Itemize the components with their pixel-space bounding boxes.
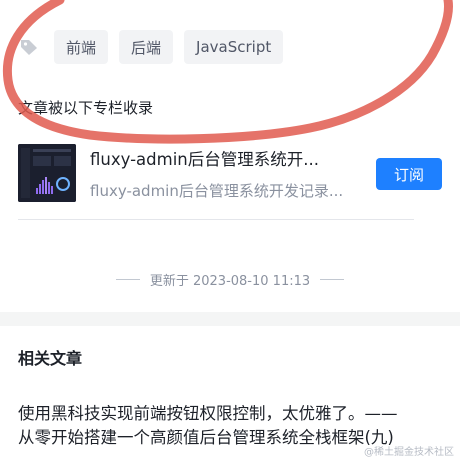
tag-list: 前端 后端 JavaScript: [18, 30, 294, 64]
divider-left: [115, 279, 140, 280]
hand-drawn-annotation: [2, 0, 453, 144]
column-cover-image: [18, 144, 76, 202]
column-section-heading: 文章被以下专栏收录: [18, 99, 154, 117]
related-articles-heading: 相关文章: [18, 349, 83, 368]
update-time: 更新于 2023-08-10 11:13: [149, 274, 311, 289]
divider-right: [320, 279, 345, 280]
column-subtitle: fluxy-admin后台管理系统开发记录...: [90, 182, 344, 200]
column-title[interactable]: fluxy-admin后台管理系统开...: [90, 146, 319, 170]
tag-backend[interactable]: 后端: [119, 30, 174, 64]
column-card[interactable]: fluxy-admin后台管理系统开... fluxy-admin后台管理系统开…: [18, 142, 442, 220]
tag-javascript[interactable]: JavaScript: [184, 30, 284, 64]
watermark: @稀土掘金技术社区: [364, 447, 454, 458]
subscribe-button[interactable]: 订阅: [376, 158, 442, 190]
tag-icon: [18, 36, 40, 58]
section-separator: [0, 312, 460, 326]
tag-frontend[interactable]: 前端: [54, 30, 109, 64]
update-time-row: 更新于 2023-08-10 11:13: [0, 270, 460, 289]
related-article-title-line-1: 使用黑科技实现前端按钮权限控制，太优雅了。——: [18, 404, 398, 423]
